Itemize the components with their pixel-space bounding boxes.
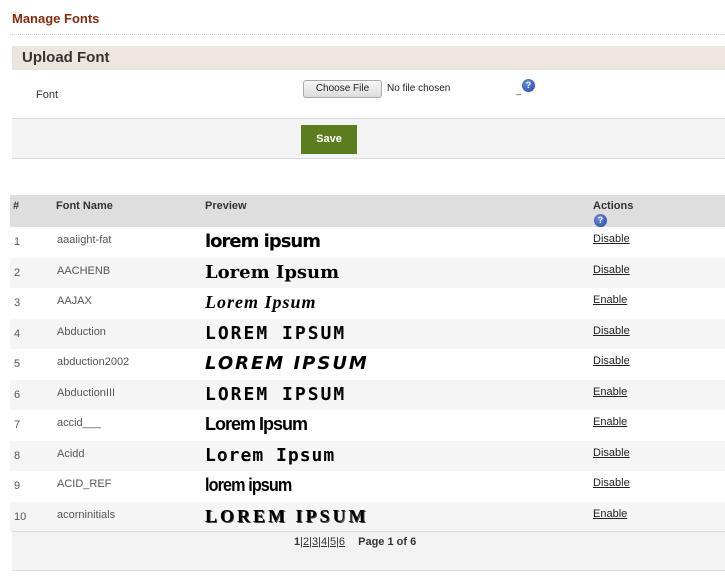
table-row: 1 aaaiight-fat lorem ipsum Disable <box>10 227 725 258</box>
toggle-action-link[interactable]: Disable <box>593 477 630 489</box>
font-preview: Lorem Ipsum <box>205 292 317 312</box>
font-name: aaaiight-fat <box>57 234 112 246</box>
toggle-action-link[interactable]: Disable <box>593 233 630 245</box>
save-row: Save <box>12 118 725 159</box>
table-row: 5 abduction2002 LOREM IPSUM Disable <box>10 349 725 380</box>
font-label: Font <box>36 89 59 101</box>
table-row: 7 accid___ Lorem Ipsum Enable <box>10 410 725 441</box>
toggle-action-link[interactable]: Enable <box>593 508 627 520</box>
toggle-action-link[interactable]: Enable <box>593 386 627 398</box>
choose-file-button[interactable]: Choose File <box>303 80 382 98</box>
file-status-text: No file chosen <box>387 83 451 94</box>
toggle-action-link[interactable]: Disable <box>593 355 630 367</box>
help-marker: _ <box>516 85 522 95</box>
row-number: 1 <box>14 236 21 248</box>
row-number: 2 <box>14 266 21 279</box>
toggle-action-link[interactable]: Enable <box>593 294 627 306</box>
font-name: AbductionIII <box>57 386 116 399</box>
toggle-action-link[interactable]: Enable <box>593 416 627 428</box>
row-number: 5 <box>14 358 21 370</box>
table-header: # Font Name Preview Actions ? <box>10 195 725 227</box>
column-header-actions: Actions <box>593 200 634 212</box>
table-body: 1 aaaiight-fat lorem ipsum Disable 2 AAC… <box>10 227 725 532</box>
table-row: 6 AbductionIII LOREM IPSUM Enable <box>10 379 725 410</box>
table-row: 9 ACID_REF lorem ipsum Disable <box>10 471 725 502</box>
page-link[interactable]: 6 <box>339 536 345 548</box>
row-number: 8 <box>14 449 21 462</box>
upload-font-heading: Upload Font <box>12 46 725 70</box>
fonts-table: # Font Name Preview Actions ? 1 aaaiight… <box>10 195 725 532</box>
toggle-action-link[interactable]: Disable <box>593 325 630 337</box>
pagination: 1|2|3|4|5|6 Page 1 of 6 <box>294 536 416 548</box>
font-preview: lorem ipsum <box>205 231 321 252</box>
font-name: acorninitials <box>57 508 116 521</box>
actions-help-icon[interactable]: ? <box>594 214 607 227</box>
column-header-number: # <box>13 200 20 212</box>
upload-font-row: Font Choose File No file chosen _ ? <box>12 70 725 118</box>
table-row: 4 Abduction LOREM IPSUM Disable <box>10 318 725 349</box>
table-row: 2 AACHENB Lorem Ipsum Disable <box>10 257 725 288</box>
title-divider <box>10 34 725 35</box>
table-row: 8 Acidd Lorem Ipsum Disable <box>10 440 725 471</box>
page-title: Manage Fonts <box>12 11 100 26</box>
toggle-action-link[interactable]: Disable <box>593 264 630 276</box>
table-row: 10 acorninitials LOREM IPSUM Enable <box>10 501 725 532</box>
help-icon[interactable]: ? <box>522 79 535 92</box>
font-name: Abduction <box>57 325 106 338</box>
column-header-preview: Preview <box>205 200 247 212</box>
table-row: 3 AAJAX Lorem Ipsum Enable <box>10 288 725 319</box>
font-name: accid___ <box>57 417 102 429</box>
font-name: ACID_REF <box>57 478 112 490</box>
toggle-action-link[interactable]: Disable <box>593 447 630 459</box>
font-name: Acidd <box>57 447 85 460</box>
font-name: abduction2002 <box>57 356 130 368</box>
row-number: 6 <box>14 388 21 401</box>
font-preview: LOREM IPSUM <box>205 505 369 526</box>
font-name: AAJAX <box>57 295 92 307</box>
pagination-row: 1|2|3|4|5|6 Page 1 of 6 <box>12 531 725 571</box>
row-number: 4 <box>14 327 21 340</box>
column-header-font-name: Font Name <box>56 200 113 212</box>
font-preview: Lorem Ipsum <box>205 414 308 434</box>
row-number: 7 <box>14 419 21 431</box>
row-number: 9 <box>14 480 21 492</box>
font-preview: LOREM IPSUM <box>205 322 347 344</box>
font-preview: lorem ipsum <box>205 475 292 495</box>
page-info: Page 1 of 6 <box>358 536 417 548</box>
row-number: 3 <box>14 297 21 309</box>
font-preview: Lorem Ipsum <box>205 261 340 283</box>
save-button[interactable]: Save <box>301 125 357 154</box>
font-preview: Lorem Ipsum <box>205 444 336 466</box>
row-number: 10 <box>14 510 27 523</box>
font-preview: LOREM IPSUM <box>205 353 369 374</box>
font-preview: LOREM IPSUM <box>205 383 347 405</box>
font-name: AACHENB <box>57 264 111 277</box>
